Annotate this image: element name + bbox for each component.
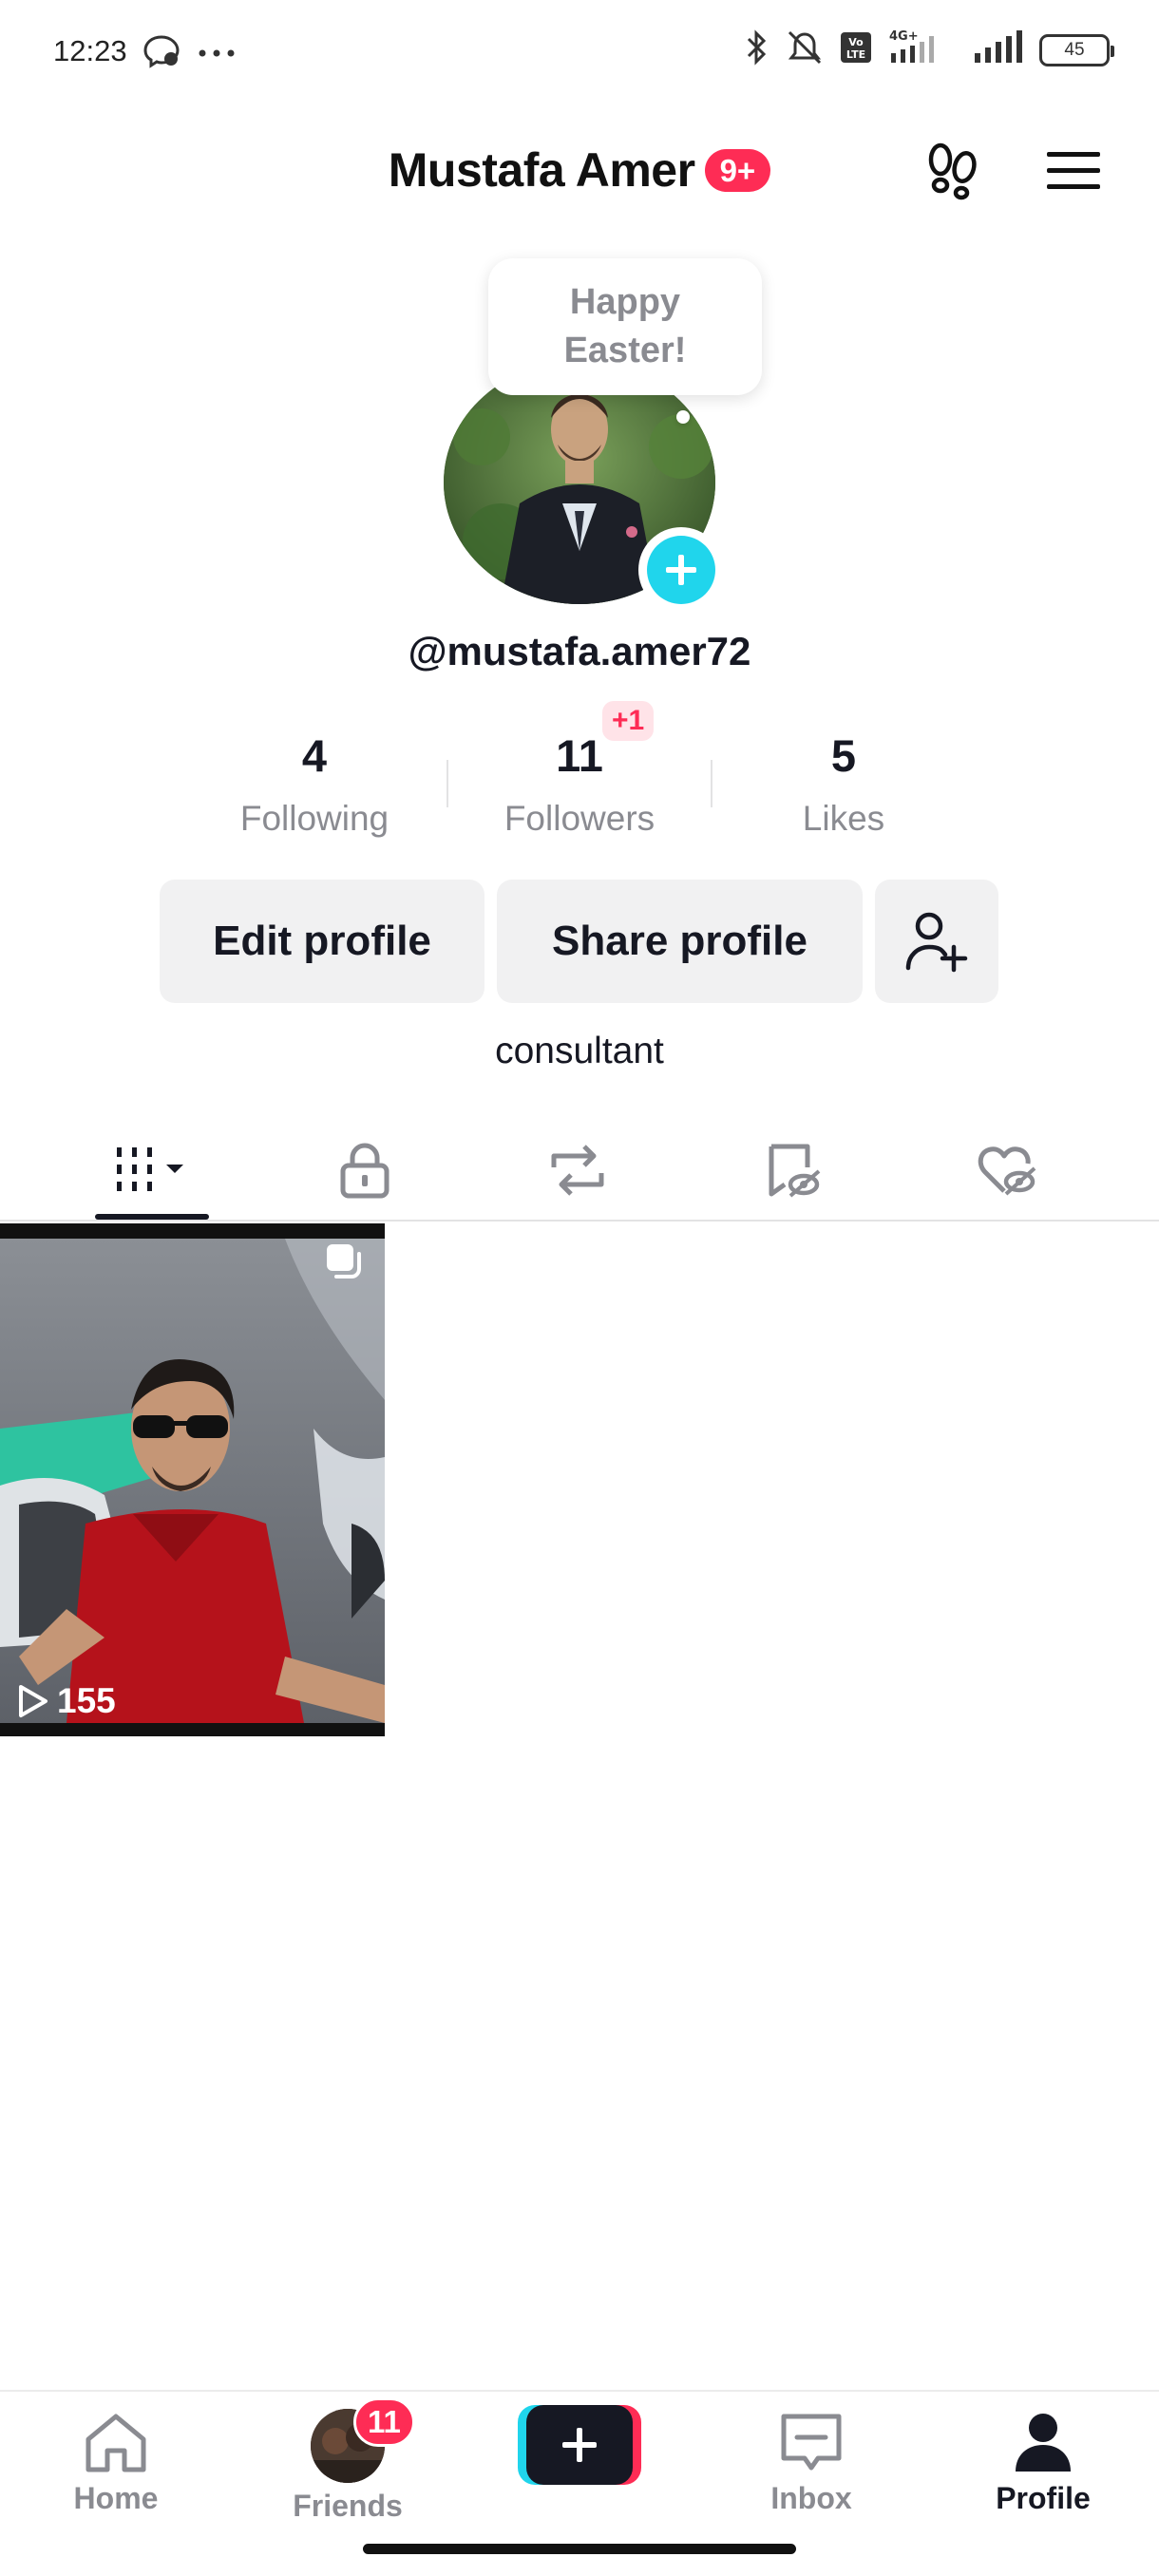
view-count: 155	[17, 1681, 116, 1721]
bluetooth-icon	[745, 28, 770, 71]
bio-text: consultant	[495, 1031, 664, 1071]
grid-icon	[117, 1147, 183, 1191]
stat-divider	[711, 760, 712, 807]
following-label: Following	[239, 799, 390, 838]
active-tab-indicator	[95, 1214, 209, 1220]
tab-reposts[interactable]	[483, 1121, 673, 1220]
stat-likes[interactable]: 5 Likes	[720, 729, 967, 839]
svg-text:4G+: 4G+	[889, 29, 919, 44]
menu-icon[interactable]	[1045, 150, 1102, 197]
notification-badge: 9+	[704, 148, 771, 192]
nav-profile[interactable]: Profile	[948, 2409, 1138, 2516]
status-time: 12:23	[53, 34, 127, 67]
volte-icon: Vo LTE	[840, 31, 872, 68]
nav-profile-label: Profile	[996, 2481, 1091, 2515]
lock-icon	[340, 1143, 390, 1199]
add-user-icon	[905, 912, 968, 973]
add-avatar-button[interactable]	[638, 527, 724, 613]
multi-photo-icon	[323, 1241, 367, 1289]
signal-4g-icon: 4G+	[887, 28, 958, 71]
followers-label: Followers	[504, 799, 656, 838]
stat-divider	[446, 760, 448, 807]
add-friends-button[interactable]	[875, 880, 998, 1003]
stat-followers[interactable]: 11 Followers	[456, 729, 703, 839]
view-count-text: 155	[57, 1681, 116, 1720]
nav-home[interactable]: Home	[21, 2409, 211, 2516]
note-bubble-text: Happy Easter!	[563, 281, 687, 370]
bookmark-hidden-icon	[769, 1144, 821, 1198]
mute-bell-icon	[785, 28, 825, 71]
tab-videos[interactable]	[57, 1121, 247, 1220]
likes-count: 5	[830, 730, 857, 781]
repost-icon	[551, 1145, 604, 1196]
liked-hidden-icon	[978, 1146, 1036, 1196]
signal-icon	[973, 28, 1024, 71]
followers-count: 11	[556, 730, 603, 781]
edit-profile-button[interactable]: Edit profile	[160, 880, 484, 1003]
svg-text:LTE: LTE	[846, 48, 865, 61]
profile-header-title[interactable]: Mustafa Amer 9+	[0, 142, 1159, 198]
new-followers-badge: +1	[602, 701, 655, 741]
video-image	[0, 1239, 385, 1723]
plus-icon	[647, 536, 715, 604]
play-icon	[19, 1685, 48, 1717]
inbox-icon	[781, 2414, 842, 2471]
note-bubble[interactable]: Happy Easter!	[488, 258, 762, 395]
nav-friends-label: Friends	[293, 2489, 403, 2523]
stat-following[interactable]: 4 Following	[191, 729, 438, 839]
share-profile-button[interactable]: Share profile	[497, 880, 863, 1003]
status-left-icons	[142, 34, 236, 73]
username: @mustafa.amer72	[408, 629, 751, 673]
footprints-icon[interactable]	[923, 141, 982, 206]
person-icon	[1016, 2414, 1071, 2472]
home-indicator	[363, 2544, 796, 2554]
nav-inbox[interactable]: Inbox	[716, 2409, 906, 2516]
tab-private[interactable]	[270, 1121, 460, 1220]
more-dots-icon	[198, 46, 236, 63]
nav-inbox-label: Inbox	[770, 2481, 852, 2515]
profile-tabs	[0, 1121, 1159, 1222]
battery-icon: 45	[1039, 33, 1114, 66]
svg-text:Vo: Vo	[848, 36, 864, 48]
following-count: 4	[301, 730, 328, 781]
likes-label: Likes	[802, 799, 885, 838]
create-button[interactable]	[518, 2405, 641, 2485]
nav-home-label: Home	[73, 2481, 159, 2515]
page-title: Mustafa Amer	[388, 143, 695, 197]
tab-favorites[interactable]	[698, 1121, 888, 1220]
messenger-icon	[142, 34, 180, 73]
bubble-tail	[676, 410, 690, 424]
friends-badge: 11	[353, 2397, 415, 2447]
video-thumbnail[interactable]	[0, 1223, 385, 1736]
home-icon	[86, 2414, 146, 2472]
tab-liked[interactable]	[912, 1121, 1102, 1220]
status-right-icons: Vo LTE 4G+ 45	[745, 28, 1114, 71]
